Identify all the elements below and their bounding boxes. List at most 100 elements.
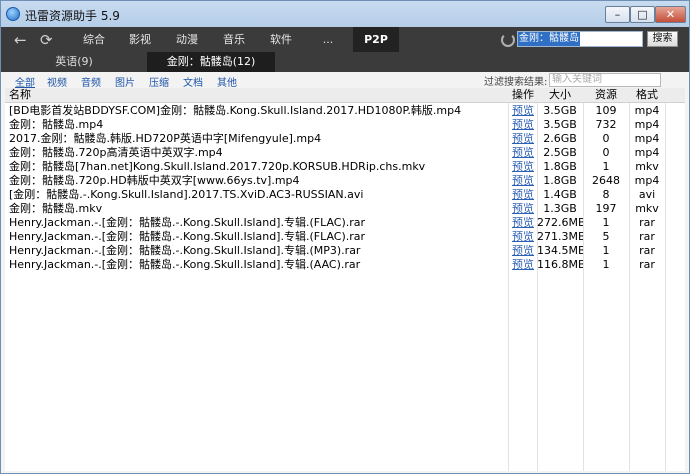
filter-archive[interactable]: 压缩 bbox=[149, 74, 169, 89]
table-header: 名称 操作 大小 资源 格式 bbox=[5, 88, 685, 103]
refresh-icon[interactable]: ⟳ bbox=[40, 31, 58, 49]
file-name: Henry.Jackman.-.[金刚：骷髅岛.-.Kong.Skull.Isl… bbox=[9, 230, 366, 243]
column-header-sources[interactable]: 资源 bbox=[583, 88, 629, 102]
file-size: 3.5GB bbox=[543, 118, 577, 131]
file-size: 1.8GB bbox=[543, 160, 577, 173]
source-count: 0 bbox=[602, 132, 610, 145]
file-size: 1.8GB bbox=[543, 174, 577, 187]
title-bar[interactable]: 迅雷资源助手 5.9 – □ ✕ bbox=[1, 1, 689, 27]
column-header-size[interactable]: 大小 bbox=[537, 88, 583, 102]
file-format: rar bbox=[639, 230, 655, 243]
file-name: 金刚：骷髅岛.mkv bbox=[9, 202, 103, 215]
file-name: 2017.金刚：骷髅岛.韩版.HD720P英语中字[Mifengyule].mp… bbox=[9, 132, 322, 145]
nav-tab-general[interactable]: 综合 bbox=[77, 27, 111, 52]
result-filter-label: 过滤搜索结果: bbox=[484, 77, 548, 88]
source-count: 2648 bbox=[592, 174, 620, 187]
nav-tab-more[interactable]: ... bbox=[315, 27, 341, 52]
source-count: 5 bbox=[602, 230, 610, 243]
result-filter-input[interactable]: 输入关键词 bbox=[549, 73, 661, 87]
file-format: mp4 bbox=[634, 104, 660, 117]
preview-link[interactable]: 预览 bbox=[509, 132, 537, 146]
maximize-button[interactable]: □ bbox=[630, 6, 655, 23]
file-name: 金刚：骷髅岛[7han.net]Kong.Skull.Island.2017.7… bbox=[9, 160, 426, 173]
file-format: rar bbox=[639, 244, 655, 257]
file-size: 2.5GB bbox=[543, 146, 577, 159]
table-row[interactable]: Henry.Jackman.-.[金刚：骷髅岛.-.Kong.Skull.Isl… bbox=[5, 244, 685, 258]
file-name: Henry.Jackman.-.[金刚：骷髅岛.-.Kong.Skull.Isl… bbox=[9, 258, 361, 271]
source-count: 197 bbox=[595, 202, 617, 215]
filter-document[interactable]: 文档 bbox=[183, 74, 203, 89]
preview-link[interactable]: 预览 bbox=[509, 118, 537, 132]
preview-link[interactable]: 预览 bbox=[509, 188, 537, 202]
file-name: 金刚：骷髅岛.720p.HD韩版中英双字[www.66ys.tv].mp4 bbox=[9, 174, 300, 187]
table-row[interactable]: Henry.Jackman.-.[金刚：骷髅岛.-.Kong.Skull.Isl… bbox=[5, 216, 685, 230]
filter-other[interactable]: 其他 bbox=[217, 74, 237, 89]
table-row[interactable]: 金刚：骷髅岛.mkv 预览 1.3GB 197 mkv bbox=[5, 202, 685, 216]
preview-link[interactable]: 预览 bbox=[509, 202, 537, 216]
file-name: 金刚：骷髅岛.mp4 bbox=[9, 118, 104, 131]
source-count: 1 bbox=[602, 244, 610, 257]
table-row[interactable]: Henry.Jackman.-.[金刚：骷髅岛.-.Kong.Skull.Isl… bbox=[5, 258, 685, 272]
file-size: 116.8MB bbox=[537, 258, 583, 271]
table-row[interactable]: 金刚：骷髅岛.720p高清英语中英双字.mp4 预览 2.5GB 0 mp4 bbox=[5, 146, 685, 160]
preview-link[interactable]: 预览 bbox=[509, 244, 537, 258]
app-window: 迅雷资源助手 5.9 – □ ✕ ← ⟳ 综合 影视 动漫 音乐 软件 ... … bbox=[0, 0, 690, 474]
column-header-format[interactable]: 格式 bbox=[629, 88, 665, 102]
file-size: 1.4GB bbox=[543, 188, 577, 201]
table-row[interactable]: [金刚：骷髅岛.-.Kong.Skull.Island].2017.TS.Xvi… bbox=[5, 188, 685, 202]
tab-english[interactable]: 英语(9) bbox=[1, 52, 147, 72]
search-input-value: 金刚：骷髅岛 bbox=[518, 32, 580, 46]
preview-link[interactable]: 预览 bbox=[509, 230, 537, 244]
file-name: Henry.Jackman.-.[金刚：骷髅岛.-.Kong.Skull.Isl… bbox=[9, 216, 366, 229]
filter-all[interactable]: 全部 bbox=[15, 74, 35, 89]
file-size: 3.5GB bbox=[543, 104, 577, 117]
close-button[interactable]: ✕ bbox=[655, 6, 686, 23]
preview-link[interactable]: 预览 bbox=[509, 146, 537, 160]
loading-icon bbox=[501, 33, 515, 47]
tab-kong-skull-island[interactable]: 金刚：骷髅岛(12) bbox=[147, 52, 275, 72]
column-header-action[interactable]: 操作 bbox=[509, 88, 537, 102]
search-input[interactable]: 金刚：骷髅岛 bbox=[517, 31, 643, 47]
preview-link[interactable]: 预览 bbox=[509, 216, 537, 230]
file-name: 金刚：骷髅岛.720p高清英语中英双字.mp4 bbox=[9, 146, 223, 159]
file-format: rar bbox=[639, 258, 655, 271]
file-format: avi bbox=[638, 188, 656, 201]
file-size: 271.3MB bbox=[537, 230, 583, 243]
file-format: mp4 bbox=[634, 118, 660, 131]
table-row[interactable]: 金刚：骷髅岛[7han.net]Kong.Skull.Island.2017.7… bbox=[5, 160, 685, 174]
preview-link[interactable]: 预览 bbox=[509, 160, 537, 174]
file-format: mp4 bbox=[634, 174, 660, 187]
search-button[interactable]: 搜索 bbox=[647, 31, 678, 47]
file-format: mp4 bbox=[634, 132, 660, 145]
nav-tab-film[interactable]: 影视 bbox=[123, 27, 157, 52]
preview-link[interactable]: 预览 bbox=[509, 104, 537, 118]
nav-tab-anime[interactable]: 动漫 bbox=[170, 27, 204, 52]
source-count: 109 bbox=[595, 104, 617, 117]
table-row[interactable]: Henry.Jackman.-.[金刚：骷髅岛.-.Kong.Skull.Isl… bbox=[5, 230, 685, 244]
filter-audio[interactable]: 音频 bbox=[81, 74, 101, 89]
table-row[interactable]: [BD电影首发站BDDYSF.COM]金刚：骷髅岛.Kong.Skull.Isl… bbox=[5, 104, 685, 118]
source-count: 8 bbox=[602, 188, 610, 201]
column-header-name[interactable]: 名称 bbox=[9, 88, 503, 102]
app-logo-icon bbox=[6, 7, 20, 21]
source-count: 1 bbox=[602, 216, 610, 229]
nav-tab-music[interactable]: 音乐 bbox=[217, 27, 251, 52]
file-size: 1.3GB bbox=[543, 202, 577, 215]
table-row[interactable]: 2017.金刚：骷髅岛.韩版.HD720P英语中字[Mifengyule].mp… bbox=[5, 132, 685, 146]
back-arrow-icon[interactable]: ← bbox=[14, 31, 32, 49]
file-size: 2.6GB bbox=[543, 132, 577, 145]
table-row[interactable]: 金刚：骷髅岛.720p.HD韩版中英双字[www.66ys.tv].mp4 预览… bbox=[5, 174, 685, 188]
preview-link[interactable]: 预览 bbox=[509, 258, 537, 272]
minimize-button[interactable]: – bbox=[605, 6, 630, 23]
filter-video[interactable]: 视频 bbox=[47, 74, 67, 89]
file-format: mkv bbox=[635, 160, 659, 173]
nav-tab-software[interactable]: 软件 bbox=[264, 27, 298, 52]
preview-link[interactable]: 预览 bbox=[509, 174, 537, 188]
table-row[interactable]: 金刚：骷髅岛.mp4 预览 3.5GB 732 mp4 bbox=[5, 118, 685, 132]
nav-tab-p2p[interactable]: P2P bbox=[353, 27, 399, 52]
filter-image[interactable]: 图片 bbox=[115, 74, 135, 89]
result-tabs: 英语(9) 金刚：骷髅岛(12) bbox=[1, 52, 689, 72]
category-nav: ← ⟳ 综合 影视 动漫 音乐 软件 ... P2P 金刚：骷髅岛 搜索 bbox=[1, 27, 689, 52]
file-name: Henry.Jackman.-.[金刚：骷髅岛.-.Kong.Skull.Isl… bbox=[9, 244, 361, 257]
source-count: 1 bbox=[602, 258, 610, 271]
